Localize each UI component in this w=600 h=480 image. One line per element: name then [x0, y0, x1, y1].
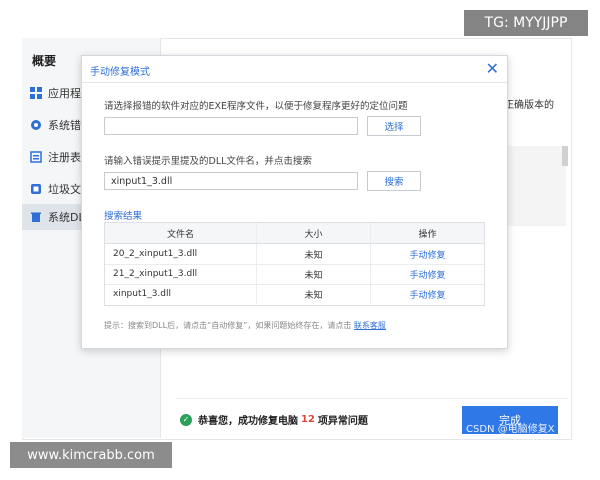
junk-icon [30, 183, 42, 195]
manual-repair-link[interactable]: 手动修复 [409, 268, 445, 281]
manual-repair-dialog: 手动修复模式 ✕ 请选择报错的软件对应的EXE程序文件，以便于修复程序更好的定位… [81, 55, 508, 349]
grid-icon [30, 87, 42, 99]
repair-status: ✓ 恭喜您，成功修复电脑 12 项异常问题 [180, 412, 368, 427]
column-header-size: 大小 [257, 223, 371, 243]
divider [176, 398, 568, 399]
watermark-top: TG: MYYJJPP [464, 10, 588, 36]
row-size: 未知 [257, 264, 371, 284]
tip-text: 提示：搜索到DLL后，请点击“自动修复”，如果问题始终存在，请点击 联系客服 [104, 320, 386, 331]
gear-icon [30, 119, 42, 131]
check-icon: ✓ [180, 413, 192, 426]
table-header: 文件名 大小 操作 [105, 223, 484, 244]
row-size: 未知 [257, 244, 371, 264]
search-button[interactable]: 搜索 [367, 171, 421, 191]
scrollbar[interactable] [562, 146, 568, 166]
table-row: 20_2_xinput1_3.dll 未知 手动修复 [105, 244, 484, 265]
results-title: 搜索结果 [104, 211, 143, 222]
status-suffix: 项异常问题 [317, 416, 368, 427]
row-size: 未知 [257, 284, 371, 304]
row-filename: 20_2_xinput1_3.dll [105, 244, 257, 264]
row-filename: xinput1_3.dll [105, 284, 257, 304]
results-table: 文件名 大小 操作 20_2_xinput1_3.dll 未知 手动修复 21_… [104, 222, 485, 306]
contact-support-link[interactable]: 联系客服 [354, 321, 386, 330]
watermark-csdn: CSDN @电脑修复X [466, 424, 555, 435]
close-icon[interactable]: ✕ [486, 59, 499, 78]
status-prefix: 恭喜您，成功修复电脑 [198, 416, 298, 427]
manual-repair-link[interactable]: 手动修复 [409, 288, 445, 301]
exe-prompt: 请选择报错的软件对应的EXE程序文件，以便于修复程序更好的定位问题 [104, 101, 408, 112]
registry-icon [30, 151, 42, 163]
dialog-title: 手动修复模式 [90, 67, 150, 78]
tip-message: 提示：搜索到DLL后，请点击“自动修复”，如果问题始终存在，请点击 [104, 321, 352, 330]
dialog-title-bar: 手动修复模式 ✕ [82, 56, 507, 83]
background-panel [506, 146, 566, 226]
watermark-bottom: www.kimcrabb.com [10, 442, 172, 468]
status-count: 12 [301, 414, 315, 425]
column-header-action: 操作 [418, 229, 437, 240]
choose-button[interactable]: 选择 [367, 116, 421, 136]
table-row: xinput1_3.dll 未知 手动修复 [105, 284, 484, 304]
dll-prompt: 请输入错误提示里提及的DLL文件名，并点击搜索 [104, 156, 312, 167]
sidebar-title: 概要 [32, 54, 57, 68]
trash-icon [30, 211, 42, 223]
exe-path-input[interactable] [104, 117, 358, 135]
dll-name-input[interactable]: xinput1_3.dll [104, 172, 358, 190]
column-header-filename: 文件名 [105, 223, 257, 243]
manual-repair-link[interactable]: 手动修复 [409, 248, 445, 261]
background-text: 正确版本的 [504, 100, 554, 111]
row-filename: 21_2_xinput1_3.dll [105, 264, 257, 284]
table-row: 21_2_xinput1_3.dll 未知 手动修复 [105, 264, 484, 285]
